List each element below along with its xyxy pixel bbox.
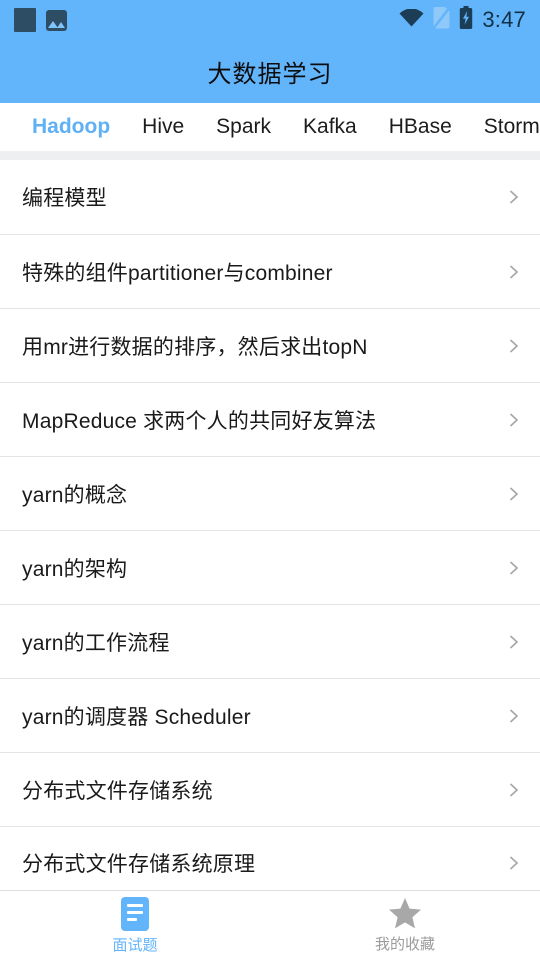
list-item-label: yarn的工作流程 xyxy=(22,631,170,655)
battery-charging-icon xyxy=(459,6,473,34)
list-item-label: 特殊的组件partitioner与combiner xyxy=(22,261,333,285)
chevron-right-icon xyxy=(506,486,522,502)
list-item-label: 用mr进行数据的排序，然后求出topN xyxy=(22,335,368,359)
bottom-nav-item-interview[interactable]: 面试题 xyxy=(0,891,270,960)
list-item[interactable]: 特殊的组件partitioner与combiner xyxy=(0,234,540,308)
list-item[interactable]: 编程模型 xyxy=(0,160,540,234)
list-item-label: yarn的调度器 Scheduler xyxy=(22,705,251,729)
document-icon xyxy=(121,896,149,931)
tab-hbase[interactable]: HBase xyxy=(373,103,468,151)
app-root: 3:47 大数据学习 Hadoop Hive Spark Kafka HBase… xyxy=(0,0,540,960)
page-title: 大数据学习 xyxy=(207,61,333,88)
list-item-label: 编程模型 xyxy=(22,187,107,210)
status-bar-right-icons: 3:47 xyxy=(399,5,526,34)
sim-card-off-icon xyxy=(432,5,452,34)
status-bar: 3:47 xyxy=(0,0,540,40)
chevron-right-icon xyxy=(506,855,522,871)
list-item-label: MapReduce 求两个人的共同好友算法 xyxy=(22,409,377,433)
category-tab-bar[interactable]: Hadoop Hive Spark Kafka HBase Storm xyxy=(0,103,540,151)
chevron-right-icon xyxy=(506,634,522,650)
list-item[interactable]: yarn的架构 xyxy=(0,530,540,604)
chevron-right-icon xyxy=(506,264,522,280)
image-icon xyxy=(46,9,67,31)
tab-storm[interactable]: Storm xyxy=(468,103,540,151)
list-item[interactable]: yarn的概念 xyxy=(0,456,540,530)
list-item-label: yarn的概念 xyxy=(22,483,128,507)
list-item[interactable]: 分布式文件存储系统 xyxy=(0,752,540,826)
tab-spark[interactable]: Spark xyxy=(200,103,287,151)
topic-list: 编程模型 特殊的组件partitioner与combiner 用mr进行数据的排… xyxy=(0,160,540,900)
status-bar-left-icons xyxy=(14,8,67,32)
chevron-right-icon xyxy=(506,708,522,724)
list-item[interactable]: 分布式文件存储系统原理 xyxy=(0,826,540,900)
chevron-right-icon xyxy=(506,189,522,205)
bottom-nav-label: 面试题 xyxy=(112,936,158,954)
tab-hadoop[interactable]: Hadoop xyxy=(16,103,126,151)
status-bar-clock: 3:47 xyxy=(482,7,526,32)
list-item-label: 分布式文件存储系统 xyxy=(22,779,213,803)
list-item[interactable]: MapReduce 求两个人的共同好友算法 xyxy=(0,382,540,456)
tab-hive[interactable]: Hive xyxy=(126,103,200,151)
bottom-navigation-bar: 面试题 我的收藏 xyxy=(0,890,540,960)
chevron-right-icon xyxy=(506,338,522,354)
list-item-label: 分布式文件存储系统原理 xyxy=(22,853,256,876)
tab-bar-divider xyxy=(0,151,540,160)
bottom-nav-label: 我的收藏 xyxy=(374,936,435,953)
chevron-right-icon xyxy=(506,560,522,576)
list-item[interactable]: 用mr进行数据的排序，然后求出topN xyxy=(0,308,540,382)
chevron-right-icon xyxy=(506,412,522,428)
tab-kafka[interactable]: Kafka xyxy=(287,103,373,151)
list-item[interactable]: yarn的工作流程 xyxy=(0,604,540,678)
chevron-right-icon xyxy=(506,782,522,798)
wifi-icon xyxy=(399,8,424,32)
star-icon xyxy=(388,897,422,930)
notification-square-icon xyxy=(14,8,36,32)
list-item[interactable]: yarn的调度器 Scheduler xyxy=(0,678,540,752)
app-bar: 大数据学习 xyxy=(0,40,540,103)
bottom-nav-item-favorites[interactable]: 我的收藏 xyxy=(270,891,540,960)
list-item-label: yarn的架构 xyxy=(22,557,128,581)
